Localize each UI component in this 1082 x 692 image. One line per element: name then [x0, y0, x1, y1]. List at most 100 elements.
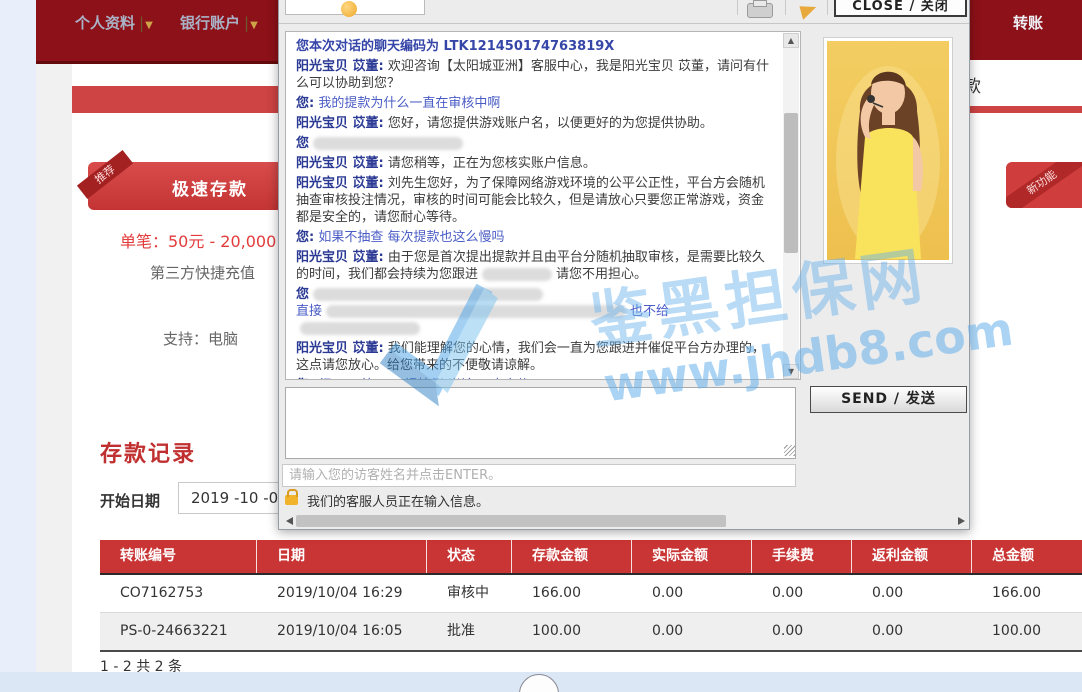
- nav-divider: |: [244, 14, 249, 32]
- chat-message: 您: 如果不抽查 每次提款也这么慢吗: [296, 229, 774, 246]
- nav-item-transfer[interactable]: 转账: [1013, 12, 1043, 33]
- column-header: 日期: [257, 540, 427, 573]
- deposit-method-text: 第三方快捷充值: [150, 262, 255, 283]
- chat-message: 阳光宝贝 苡董: 欢迎咨询【太阳城亚洲】客服中心，我是阳光宝贝 苡董，请问有什么…: [296, 58, 774, 92]
- nav-item-label: 个人资料: [75, 14, 135, 32]
- deposit-support-text: 支持：电脑: [163, 328, 238, 349]
- scroll-right-button[interactable]: [958, 517, 965, 525]
- toolbar-divider: [827, 0, 828, 15]
- table-cell: 166.00: [512, 575, 632, 612]
- chat-message: 您: 我的提款为什么一直在审核中啊: [296, 95, 774, 112]
- table-cell: 0.00: [752, 613, 852, 650]
- table-cell: PS-0-24663221: [100, 613, 257, 650]
- deposit-table: 转账编号日期状态存款金额实际金额手续费返利金额总金额 CO71627532019…: [100, 540, 1082, 652]
- sender-name: 您: [296, 287, 309, 302]
- column-header: 总金额: [972, 540, 1082, 573]
- table-cell: 0.00: [632, 575, 752, 612]
- table-cell: CO7162753: [100, 575, 257, 612]
- chat-message: 阳光宝贝 苡董: 我们能理解您的心情，我们会一直为您跟进并催促平台方办理的，这点…: [296, 340, 774, 374]
- express-deposit-title: 极速存款: [172, 175, 248, 200]
- tab-withdraw-partial[interactable]: 款: [952, 60, 1082, 106]
- redacted-text: [300, 322, 420, 335]
- column-header: 存款金额: [512, 540, 632, 573]
- table-cell: 0.00: [752, 575, 852, 612]
- new-feature-card[interactable]: 新功能: [1006, 162, 1082, 208]
- scrollbar-thumb[interactable]: [784, 113, 798, 253]
- message-textarea[interactable]: [285, 387, 796, 459]
- table-header-row: 转账编号日期状态存款金额实际金额手续费返利金额总金额: [100, 540, 1082, 575]
- message-text: 行了 不等了 不提拉倒 当输了 去宣传一下: [314, 378, 556, 380]
- chat-message: 您: 行了 不等了 不提拉倒 当输了 去宣传一下: [296, 377, 774, 380]
- sender-name: 您:: [296, 230, 314, 245]
- redacted-text: [313, 288, 543, 301]
- chevron-down-icon: ▼: [250, 20, 258, 31]
- chat-message: 阳光宝贝 苡董: 您好，请您提供游戏账户名，以便更好的为您提供协助。: [296, 115, 774, 132]
- table-cell: 0.00: [632, 613, 752, 650]
- typing-status: 我们的客服人员正在输入信息。: [307, 491, 489, 510]
- sender-name: 您:: [296, 96, 314, 111]
- chat-message: 阳光宝贝 苡董: 由于您是首次提出提款并且由平台分随机抽取审核，是需要比较久的时…: [296, 249, 774, 283]
- column-header: 手续费: [752, 540, 852, 573]
- agent-photo: [823, 37, 953, 264]
- chat-message-list: 您本次对话的聊天编码为 LTK121450174763819X 阳光宝贝 苡董: …: [296, 38, 774, 380]
- message-text: 如果不抽查 每次提款也这么慢吗: [314, 230, 504, 245]
- column-header: 实际金额: [632, 540, 752, 573]
- chat-message: 阳光宝贝 苡董: 刘先生您好，为了保障网络游戏环境的公平公正性，平台方会随机抽查…: [296, 175, 774, 226]
- message-text: 您本次对话的聊天编码为 LTK121450174763819X: [296, 39, 614, 54]
- scroll-down-button[interactable]: ▼: [783, 364, 799, 379]
- start-date-label: 开始日期: [100, 490, 160, 511]
- table-cell: 审核中: [427, 575, 512, 612]
- resize-grip-icon[interactable]: [784, 445, 795, 456]
- agent-photo-illustration: [827, 41, 949, 260]
- sender-name: 阳光宝贝 苡董:: [296, 341, 384, 356]
- chevron-down-icon: ▼: [145, 20, 153, 31]
- sender-name: 阳光宝贝 苡董:: [296, 176, 384, 191]
- emoji-icon[interactable]: [341, 1, 357, 17]
- toolbar-divider-line: [279, 23, 969, 24]
- chat-messages-panel: 您本次对话的聊天编码为 LTK121450174763819X 阳光宝贝 苡董: …: [285, 31, 801, 380]
- column-header: 返利金额: [852, 540, 972, 573]
- start-date-input[interactable]: [178, 482, 280, 514]
- chat-message: 您: [296, 135, 774, 152]
- table-cell: 0.00: [852, 613, 972, 650]
- table-cell: 0.00: [852, 575, 972, 612]
- table-cell: 2019/10/04 16:29: [257, 575, 427, 612]
- nav-divider: |: [139, 14, 144, 32]
- message-text: 也不给: [630, 304, 669, 319]
- h-scrollbar-thumb[interactable]: [296, 515, 726, 527]
- message-text: 请您稍等，正在为您核实账户信息。: [384, 156, 596, 171]
- new-feature-ribbon: 新功能: [1006, 162, 1082, 208]
- column-header: 状态: [427, 540, 512, 573]
- nav-item-label: 银行账户: [180, 14, 240, 32]
- scroll-up-button[interactable]: ▲: [783, 33, 799, 48]
- express-deposit-card[interactable]: 推荐 极速存款: [88, 162, 284, 210]
- toolbar-divider: [785, 0, 786, 15]
- nav-item-bank[interactable]: 银行账户|▼: [180, 12, 258, 33]
- sender-name: 阳光宝贝 苡董:: [296, 250, 384, 265]
- nav-item-profile[interactable]: 个人资料|▼: [75, 12, 153, 33]
- table-cell: 100.00: [972, 613, 1082, 650]
- sender-name: 阳光宝贝 苡董:: [296, 59, 384, 74]
- records-title: 存款记录: [100, 436, 196, 468]
- chat-window: CLOSE / 关闭 您本次对话的聊天编码为 LTK12145017476381…: [278, 0, 970, 530]
- sender-name: 阳光宝贝 苡董:: [296, 156, 384, 171]
- scroll-left-button[interactable]: [286, 517, 293, 525]
- message-text: 请您不用担心。: [556, 267, 647, 282]
- printer-icon[interactable]: [747, 3, 773, 18]
- deposit-limit-text: 单笔：50元 - 20,000: [120, 228, 276, 252]
- lock-icon: [285, 495, 298, 505]
- message-text: 直接: [296, 304, 322, 319]
- send-button[interactable]: SEND / 发送: [810, 386, 967, 413]
- table-cell: 100.00: [512, 613, 632, 650]
- page-root: 个人资料|▼ 银行账户|▼ 转账 款 推荐 极速存款 单笔：50元 - 20,0…: [0, 0, 1082, 692]
- send-cursor-icon[interactable]: [799, 2, 818, 20]
- column-header: 转账编号: [100, 540, 257, 573]
- close-button[interactable]: CLOSE / 关闭: [834, 0, 967, 17]
- table-body: CO71627532019/10/04 16:29审核中166.000.000.…: [100, 575, 1082, 652]
- visitor-name-input[interactable]: [282, 464, 796, 487]
- table-row: PS-0-246632212019/10/04 16:05批准100.000.0…: [100, 613, 1082, 652]
- table-cell: 批准: [427, 613, 512, 650]
- table-cell: 2019/10/04 16:05: [257, 613, 427, 650]
- toolbar-divider: [737, 0, 738, 15]
- message-text: 我的提款为什么一直在审核中啊: [314, 96, 500, 111]
